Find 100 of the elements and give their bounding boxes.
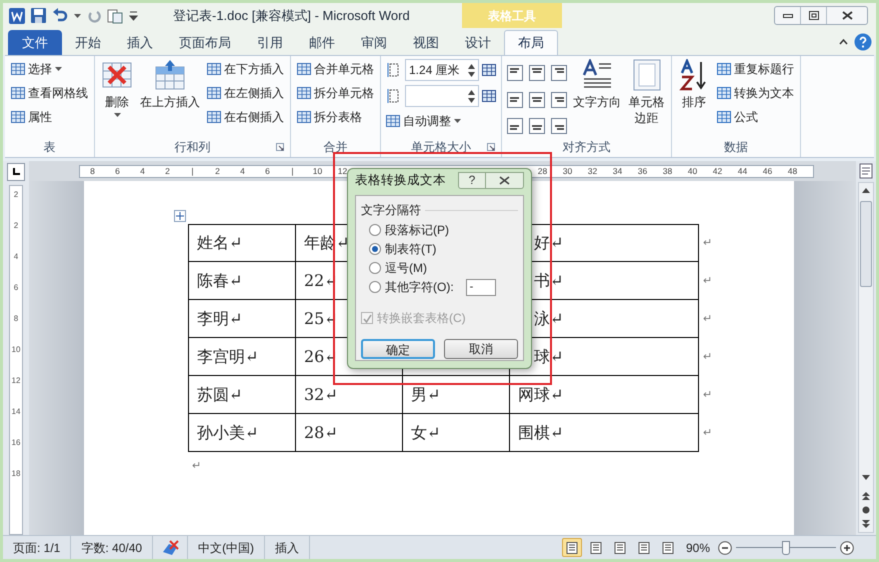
ribbon-tab[interactable]: 开始 [62,30,114,55]
ribbon-button[interactable]: 在下方插入 [206,59,285,79]
align-icon[interactable] [529,92,545,108]
next-page-icon[interactable] [862,520,870,528]
ruler-number: 12 [336,164,348,178]
radio-button[interactable] [369,224,381,236]
collapse-ribbon-icon[interactable] [839,38,848,44]
ribbon-button[interactable]: 选择 [10,59,89,79]
close-button[interactable] [486,172,524,188]
ribbon-tab[interactable]: 布局 [504,30,558,55]
ribbon-button[interactable]: 在右侧插入 [206,107,285,127]
align-icon[interactable] [507,92,523,108]
ribbon-button[interactable]: 公式 [716,107,795,127]
status-text[interactable]: 页面: 1/1 [3,536,72,559]
ruler-number: 38 [662,164,674,178]
ribbon-tab[interactable]: 视图 [400,30,452,55]
ribbon-large-button[interactable]: 文字方向 [572,59,622,137]
align-icon[interactable] [551,92,567,108]
close-icon [842,11,852,20]
zoom-slider[interactable] [736,540,836,554]
scroll-up-icon[interactable] [862,188,870,193]
zoom-in-icon[interactable] [840,540,854,554]
ribbon-large-button[interactable]: 单元格边距 [627,59,666,137]
ruler-number: 4 [139,164,146,178]
distribute-rows-icon [482,63,496,77]
ribbon-button[interactable]: 在左侧插入 [206,83,285,103]
status-text[interactable]: 中文(中国) [188,536,266,559]
browse-object-icon[interactable] [862,506,870,514]
ribbon-tab[interactable]: 插入 [114,30,166,55]
ribbon-button[interactable]: 查看网格线 [10,83,89,103]
radio-button[interactable] [369,281,381,293]
ribbon-tab[interactable]: 审阅 [348,30,400,55]
ruler-toggle-icon[interactable] [859,163,873,179]
page-view-icon [590,542,602,554]
spinner-field[interactable]: 1.24 厘米 [405,59,479,81]
align-icon[interactable] [507,65,523,81]
row-end-mark: ↵ [703,350,712,365]
ribbon-tab[interactable]: 页面布局 [166,30,244,55]
word-logo-icon[interactable] [9,8,25,24]
zoom-slider-thumb[interactable] [782,540,790,554]
ruler-number: 2 [14,190,18,200]
scroll-thumb[interactable] [860,201,872,287]
spin-up-icon[interactable] [468,64,475,68]
align-icon[interactable] [551,118,567,134]
ruler-number: 42 [712,164,724,178]
caret-icon [114,113,120,117]
ribbon-tab[interactable]: 设计 [452,30,504,55]
dialog-button[interactable]: 取消 [444,339,518,359]
align-icon[interactable] [529,65,545,81]
table-cell: 32↵ [296,376,403,414]
ruler-number: 30 [562,164,574,178]
dialog-button[interactable]: 确定 [361,339,435,359]
file-tab[interactable]: 文件 [8,30,62,55]
spin-down-icon[interactable] [468,98,475,102]
status-text[interactable]: 字数: 40/40 [71,536,154,559]
tab-selector[interactable] [7,163,25,181]
scroll-down-icon[interactable] [862,475,870,480]
status-text[interactable]: 插入 [265,536,310,559]
dialog-launcher-icon[interactable] [276,143,284,151]
table-icon [297,62,311,76]
proofing-icon[interactable] [161,540,180,556]
ribbon-button[interactable]: 合并单元格 [296,59,375,79]
spin-up-icon[interactable] [468,90,475,94]
radio-button[interactable] [369,262,381,274]
spin-down-icon[interactable] [468,72,475,76]
ribbon-button[interactable]: 转换为文本 [716,83,795,103]
ribbon-large-button[interactable]: 在上方插入 [139,59,201,137]
table-cell: 李宫明↵ [189,338,296,376]
radio-button[interactable] [369,243,381,255]
help-button[interactable]: ? [458,172,486,188]
ribbon-button[interactable]: 自动调整 [386,111,496,131]
help-icon[interactable] [854,32,872,50]
separator-field[interactable]: - [466,278,496,296]
row-end-mark: ↵ [703,388,712,403]
undo-icon[interactable] [52,8,68,23]
align-icon[interactable] [551,65,567,81]
zoom-out-icon[interactable] [718,540,732,554]
align-icon[interactable] [529,118,545,134]
previous-page-icon[interactable] [862,492,870,500]
ruler-number: 8 [14,314,18,324]
ruler-number: 48 [786,164,798,178]
zoom-percentage[interactable]: 90% [686,538,710,556]
ribbon-tab[interactable]: 引用 [244,30,296,55]
ribbon-button[interactable]: 拆分表格 [296,107,375,127]
ribbon-button[interactable]: 属性 [10,107,89,127]
ribbon-button[interactable]: 拆分单元格 [296,83,375,103]
vertical-scrollbar[interactable] [858,182,874,533]
table-move-handle-icon[interactable] [174,210,186,222]
ribbon-button[interactable]: 重复标题行 [716,59,795,79]
ribbon-large-button[interactable]: 删除 [100,59,134,137]
save-icon[interactable] [31,8,46,23]
view-button[interactable] [562,538,582,557]
ribbon-large-button[interactable]: 排序 [677,59,711,137]
align-icon[interactable] [507,118,523,134]
spinner-field[interactable] [405,85,479,107]
dialog-launcher-icon[interactable] [487,143,495,151]
ribbon-tab[interactable]: 邮件 [296,30,348,55]
document-icon[interactable] [107,8,123,24]
page-view-icon [566,542,578,554]
customize-icon[interactable] [129,10,138,20]
